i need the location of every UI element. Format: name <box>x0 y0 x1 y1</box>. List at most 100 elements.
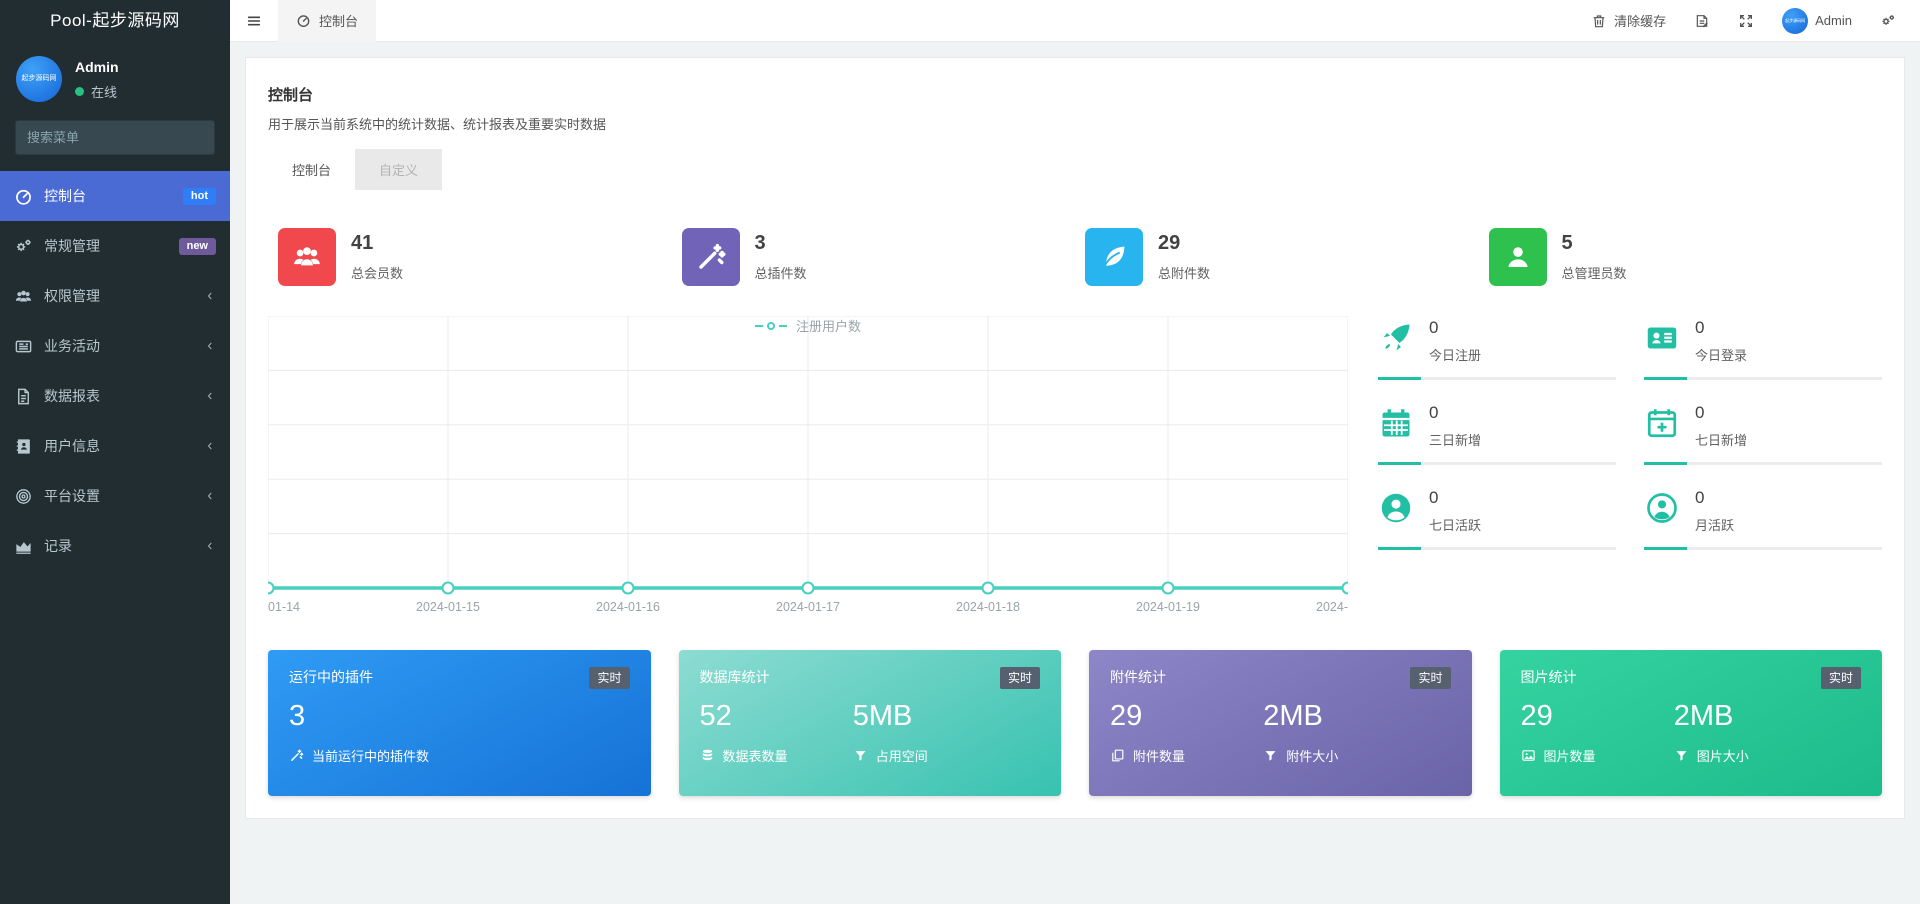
tab-custom[interactable]: 自定义 <box>355 149 443 190</box>
dashboard-panel: 控制台 用于展示当前系统中的统计数据、统计报表及重要实时数据 控制台 自定义 4… <box>245 57 1905 819</box>
sidebar-item-userinfo[interactable]: 用户信息 <box>0 421 230 471</box>
metric-value: 52 <box>699 700 732 732</box>
metric-value: 29 <box>1110 700 1143 732</box>
user-icon <box>1488 228 1547 286</box>
avatar: 起步源码网 <box>1782 7 1809 34</box>
sidebar-item-label: 平台设置 <box>44 488 100 504</box>
stat-label: 总会员数 <box>351 266 404 281</box>
chevron-left-icon <box>207 442 212 450</box>
metric-label: 图片大小 <box>1696 749 1749 764</box>
avatar-logo-text: 起步源码网 <box>1785 17 1806 23</box>
realtime-badge: 实时 <box>999 667 1040 689</box>
users-icon <box>15 290 32 301</box>
metric-label: 附件数量 <box>1133 749 1186 764</box>
id-card-icon <box>1644 320 1680 356</box>
settings-button[interactable] <box>1880 13 1896 29</box>
mini-stat-label: 三日新增 <box>1429 433 1482 448</box>
sidebar-item-label: 控制台 <box>44 188 86 204</box>
fullscreen-icon <box>1740 14 1753 27</box>
svg-text:2024-01-14: 2024-01-14 <box>268 600 300 614</box>
metric-value: 2MB <box>1673 700 1734 732</box>
mini-stat-today-register: 0 今日注册 <box>1378 318 1616 380</box>
sidebar-item-general[interactable]: 常规管理 new <box>0 221 230 271</box>
file-text-icon <box>18 388 29 404</box>
dashboard-icon <box>297 15 310 28</box>
user-circle-icon <box>1378 490 1414 526</box>
chevron-left-icon <box>207 392 212 400</box>
card-title: 运行中的插件 <box>289 669 373 685</box>
panel-tabs: 控制台 自定义 <box>268 149 1882 190</box>
sidebar: Pool-起步源码网 起步源码网 Admin 在线 搜索菜单 控制台 hot 常… <box>0 0 230 904</box>
metric-label: 当前运行中的插件数 <box>312 749 430 764</box>
stat-value: 29 <box>1158 232 1181 254</box>
metric-label: 图片数量 <box>1543 749 1596 764</box>
user-status-label: 在线 <box>91 85 118 100</box>
dashboard-icon <box>16 189 31 205</box>
mini-stat-month-active: 0 月活跃 <box>1644 488 1882 550</box>
mini-stat-bar <box>1378 547 1616 550</box>
mini-stat-bar <box>1378 462 1616 465</box>
hot-badge: hot <box>182 187 216 205</box>
bars-icon <box>247 16 261 25</box>
legend-dot-icon <box>766 321 775 330</box>
metric-label: 附件大小 <box>1286 749 1339 764</box>
mini-stat-value: 0 <box>1695 488 1705 507</box>
realtime-badge: 实时 <box>1410 667 1451 689</box>
metric-value: 2MB <box>1263 700 1323 732</box>
realtime-cards-row: 运行中的插件 实时 3 当前运行中的插件数 数据库统计 实时 52 数据表数量 … <box>268 650 1882 796</box>
realtime-badge: 实时 <box>1820 667 1861 689</box>
sidebar-item-dashboard[interactable]: 控制台 hot <box>0 171 230 221</box>
mini-stat-label: 今日注册 <box>1429 348 1482 363</box>
sidebar-item-settings[interactable]: 平台设置 <box>0 471 230 521</box>
svg-text:2024-01-17: 2024-01-17 <box>776 600 840 614</box>
mini-stat-3day-new: 0 三日新增 <box>1378 403 1616 465</box>
image-icon <box>1521 750 1535 761</box>
fullscreen-button[interactable] <box>1738 13 1754 29</box>
stat-total-admins: 5 总管理员数 <box>1479 228 1883 286</box>
newspaper-icon <box>15 340 32 352</box>
user-panel: 起步源码网 Admin 在线 <box>0 42 230 110</box>
sidebar-item-business[interactable]: 业务活动 <box>0 321 230 371</box>
copy-icon <box>1112 749 1124 762</box>
database-icon <box>702 749 712 761</box>
stat-total-members: 41 总会员数 <box>268 228 672 286</box>
trash-icon <box>1593 14 1605 27</box>
mini-stat-bar <box>1378 377 1616 380</box>
chevron-left-icon <box>207 292 212 300</box>
sidebar-item-records[interactable]: 记录 <box>0 521 230 571</box>
card-title: 数据库统计 <box>699 669 770 685</box>
metric-label: 占用空间 <box>875 749 928 764</box>
log-button[interactable] <box>1694 13 1710 29</box>
user-status: 在线 <box>75 82 119 101</box>
search-input[interactable] <box>27 130 203 145</box>
page-content: 控制台 用于展示当前系统中的统计数据、统计报表及重要实时数据 控制台 自定义 4… <box>230 42 1920 904</box>
leaf-icon <box>1085 228 1143 286</box>
user-menu[interactable]: 起步源码网 Admin <box>1782 7 1852 34</box>
mini-stat-value: 0 <box>1695 318 1705 337</box>
tab-dashboard[interactable]: 控制台 <box>268 149 356 190</box>
clear-cache-button[interactable]: 清除缓存 <box>1591 11 1666 30</box>
middle-row: 注册用户数 2024-01-14 2024-01-15 2024-01-16 2024… <box>268 316 1882 616</box>
calendar-icon <box>1378 405 1414 441</box>
area-chart-icon <box>16 541 31 554</box>
sidebar-search <box>15 120 215 155</box>
sidebar-item-permissions[interactable]: 权限管理 <box>0 271 230 321</box>
mini-stat-value: 0 <box>1429 318 1439 337</box>
mini-stat-7day-new: 0 七日新增 <box>1644 403 1882 465</box>
mini-stat-value: 0 <box>1695 403 1705 422</box>
svg-text:2024-01-16: 2024-01-16 <box>596 600 660 614</box>
topbar-tab-dashboard[interactable]: 控制台 <box>278 0 377 42</box>
sidebar-toggle-button[interactable] <box>230 0 278 42</box>
user-circle-outline-icon <box>1644 490 1680 526</box>
chart-legend[interactable]: 注册用户数 <box>754 316 861 335</box>
mini-stat-label: 七日新增 <box>1695 433 1748 448</box>
card-title: 附件统计 <box>1110 669 1166 685</box>
avatar[interactable]: 起步源码网 <box>16 56 62 102</box>
sidebar-item-label: 用户信息 <box>44 438 100 454</box>
svg-text:2024-01-15: 2024-01-15 <box>416 600 480 614</box>
sidebar-item-reports[interactable]: 数据报表 <box>0 371 230 421</box>
mini-stat-bar <box>1644 462 1882 465</box>
stat-value: 5 <box>1561 232 1573 254</box>
new-badge: new <box>178 237 216 255</box>
clear-cache-label: 清除缓存 <box>1614 14 1667 29</box>
